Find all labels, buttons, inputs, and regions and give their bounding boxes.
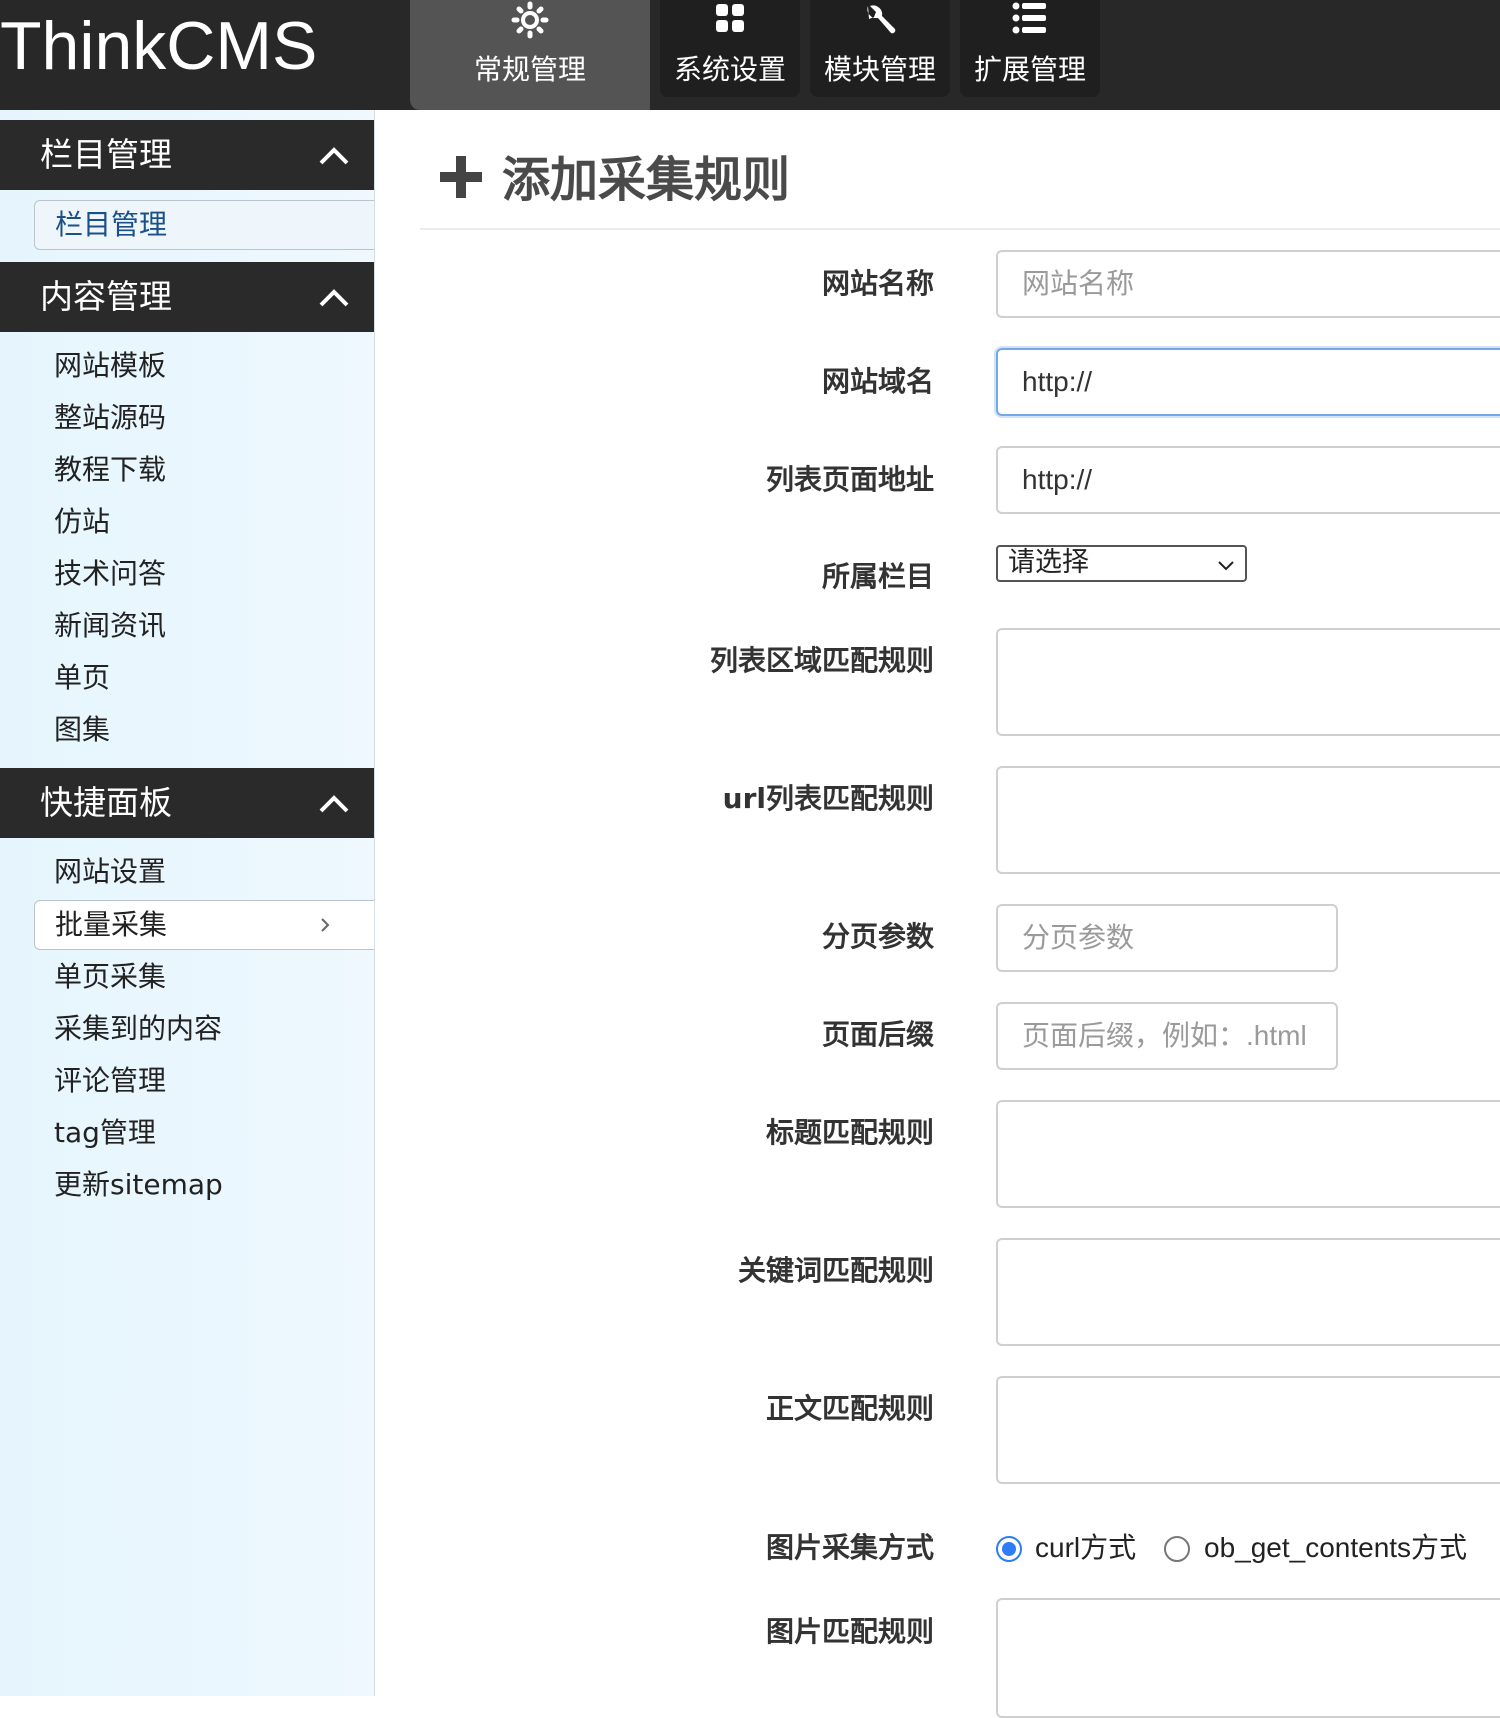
tab-module-management[interactable]: 模块管理: [810, 0, 950, 97]
tab-label: 扩展管理: [973, 53, 1086, 86]
section-title: 快捷面板: [40, 783, 172, 822]
tab-general-management[interactable]: 常规管理: [410, 0, 650, 110]
sidebar-section-column-management[interactable]: 栏目管理: [0, 120, 374, 190]
page-suffix-input[interactable]: [996, 1002, 1338, 1070]
tab-system-settings[interactable]: 系统设置: [660, 0, 800, 97]
sidebar-item-tutorial-downloads[interactable]: 教程下载: [54, 450, 166, 490]
grid-icon: [716, 4, 744, 32]
site-name-input[interactable]: [996, 250, 1500, 318]
title-divider: [420, 228, 1500, 230]
sidebar: 栏目管理 栏目管理 内容管理 网站模板 整站源码 教程下载 仿站 技术问答 新闻…: [0, 110, 375, 1696]
tab-label: 模块管理: [823, 53, 936, 86]
sidebar-item-update-sitemap[interactable]: 更新sitemap: [54, 1165, 223, 1205]
plus-icon: [440, 156, 482, 198]
sidebar-item-site-settings[interactable]: 网站设置: [54, 852, 166, 892]
section-title: 内容管理: [40, 277, 172, 316]
url-list-rule-textarea[interactable]: [996, 766, 1500, 874]
chevron-up-icon: [319, 289, 349, 307]
list-area-rule-label: 列表区域匹配规则: [709, 644, 934, 677]
keyword-rule-textarea[interactable]: [996, 1238, 1500, 1346]
sidebar-item-batch-collect[interactable]: 批量采集: [34, 900, 374, 950]
tab-extension-management[interactable]: 扩展管理: [960, 0, 1100, 97]
sidebar-item-single-page[interactable]: 单页: [54, 658, 110, 698]
url-list-rule-label: url列表匹配规则: [722, 782, 934, 815]
category-label: 所属栏目: [821, 560, 934, 593]
app-logo[interactable]: ThinkCMS: [0, 6, 317, 86]
content-rule-textarea[interactable]: [996, 1376, 1500, 1484]
radio-ob-get-contents[interactable]: [1164, 1536, 1190, 1562]
image-rule-label: 图片匹配规则: [765, 1615, 934, 1648]
sidebar-item-news[interactable]: 新闻资讯: [54, 606, 166, 646]
site-name-label: 网站名称: [821, 267, 934, 300]
list-url-input[interactable]: [996, 446, 1500, 514]
sidebar-item-label: 批量采集: [55, 908, 168, 941]
category-select[interactable]: 请选择: [996, 545, 1247, 582]
tab-label: 常规管理: [473, 53, 586, 86]
sidebar-item-tech-qa[interactable]: 技术问答: [54, 554, 166, 594]
settings-sun-icon: [511, 1, 549, 39]
sidebar-item-tag-management[interactable]: tag管理: [54, 1113, 156, 1153]
sidebar-section-quick-panel[interactable]: 快捷面板: [0, 768, 374, 838]
radio-curl[interactable]: [996, 1536, 1022, 1562]
sidebar-section-content-management[interactable]: 内容管理: [0, 262, 374, 332]
title-rule-textarea[interactable]: [996, 1100, 1500, 1208]
sidebar-item-comment-management[interactable]: 评论管理: [54, 1061, 166, 1101]
chevron-down-icon: [1218, 561, 1234, 571]
list-url-label: 列表页面地址: [765, 463, 934, 496]
sidebar-item-site-clone[interactable]: 仿站: [54, 502, 110, 542]
sidebar-item-gallery[interactable]: 图集: [54, 710, 110, 750]
image-method-label: 图片采集方式: [765, 1531, 934, 1564]
wrench-icon: [867, 5, 896, 34]
category-select-value: 请选择: [1008, 547, 1089, 578]
sidebar-item-column-management[interactable]: 栏目管理: [34, 200, 374, 250]
title-rule-label: 标题匹配规则: [765, 1116, 934, 1149]
image-rule-textarea[interactable]: [996, 1598, 1500, 1718]
chevron-right-icon: [321, 918, 330, 932]
tab-label: 系统设置: [673, 53, 786, 86]
list-area-rule-textarea[interactable]: [996, 628, 1500, 736]
list-icon: [1012, 2, 1046, 34]
page-title: 添加采集规则: [502, 152, 791, 208]
sidebar-item-site-templates[interactable]: 网站模板: [54, 346, 166, 386]
page-param-input[interactable]: [996, 904, 1338, 972]
chevron-up-icon: [319, 795, 349, 813]
page-param-label: 分页参数: [821, 920, 934, 953]
radio-curl-label[interactable]: curl方式: [1035, 1528, 1136, 1568]
top-navbar: ThinkCMS 常规管理 系统设置 模块管理 扩展管理: [0, 0, 1500, 110]
radio-ob-get-contents-label[interactable]: ob_get_contents方式: [1204, 1528, 1467, 1568]
sidebar-item-label: 栏目管理: [55, 208, 168, 241]
chevron-up-icon: [319, 147, 349, 165]
sidebar-item-full-site-source[interactable]: 整站源码: [54, 398, 166, 438]
page-suffix-label: 页面后缀: [821, 1018, 934, 1051]
content-rule-label: 正文匹配规则: [765, 1392, 934, 1425]
keyword-rule-label: 关键词匹配规则: [737, 1254, 934, 1287]
site-domain-label: 网站域名: [821, 365, 934, 398]
site-domain-input[interactable]: [996, 348, 1500, 416]
section-title: 栏目管理: [40, 135, 172, 174]
sidebar-item-collected-content[interactable]: 采集到的内容: [54, 1009, 222, 1049]
sidebar-item-single-page-collect[interactable]: 单页采集: [54, 957, 166, 997]
